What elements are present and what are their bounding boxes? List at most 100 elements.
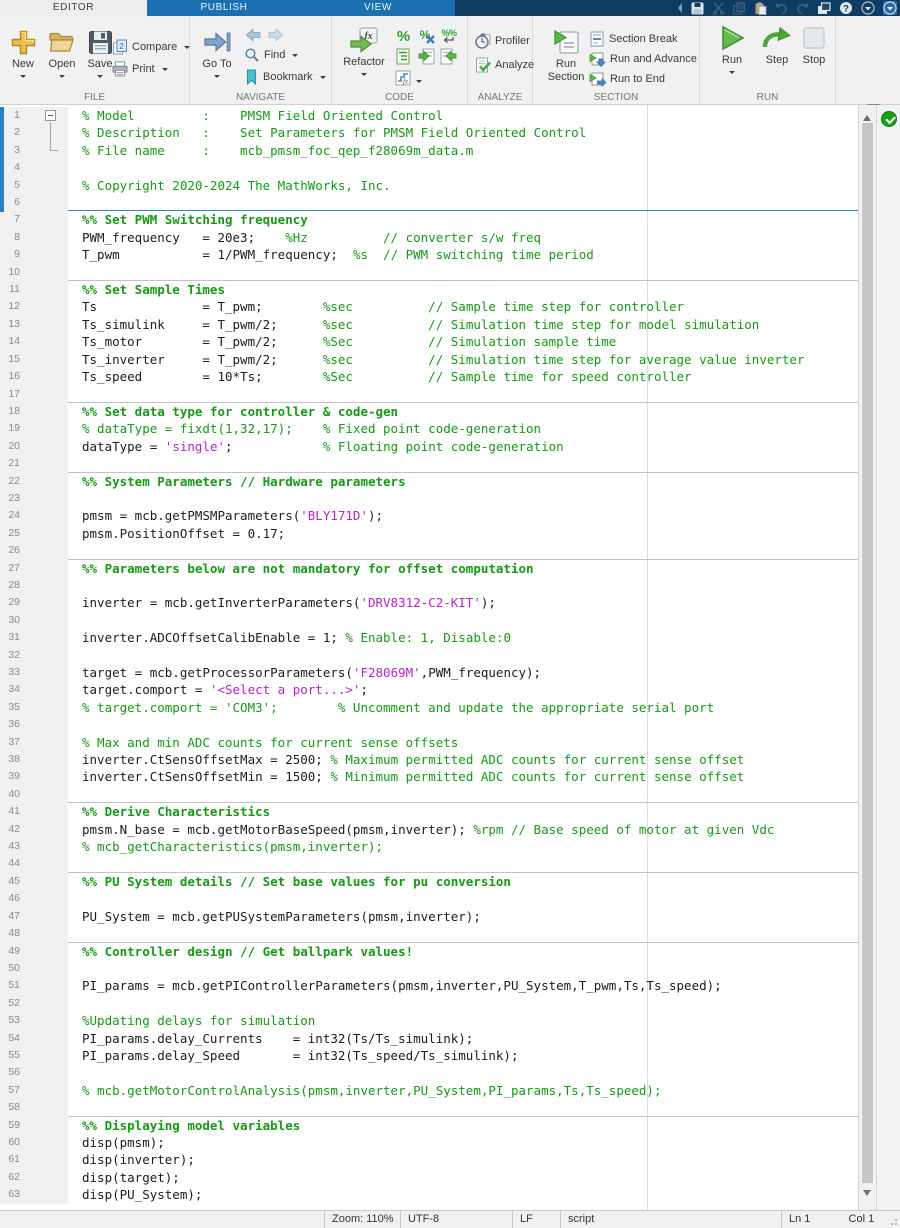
code-line-15[interactable]: 15 Ts_inverter = T_pwm/2; %sec // Simulat… — [0, 350, 858, 369]
code-line-7[interactable]: 7 %% Set PWM Switching frequency — [0, 210, 858, 229]
code-line-57[interactable]: 57 % mcb.getMotorControlAnalysis(pmsm,inv… — [0, 1081, 858, 1100]
redo-icon[interactable] — [796, 2, 809, 15]
code-line-56[interactable]: 56 — [0, 1064, 858, 1082]
code-line-51[interactable]: 51 PI_params = mcb.getPIControllerParamet… — [0, 977, 858, 995]
code-line-42[interactable]: 42 pmsm.N_base = mcb.getMotorBaseSpeed(pm… — [0, 820, 858, 839]
code-line-55[interactable]: 55 PI_params.delay_Speed = int32(Ts_speed… — [0, 1046, 858, 1065]
code-line-18[interactable]: 18 %% Set data type for controller & code… — [0, 401, 858, 421]
undo-icon[interactable] — [775, 2, 788, 15]
code-line-59[interactable]: 59 %% Displaying model variables — [0, 1115, 858, 1134]
navigate-back-button[interactable] — [246, 26, 261, 43]
code-line-6[interactable]: 6 — [0, 194, 858, 212]
code-line-46[interactable]: 46 — [0, 890, 858, 908]
comment-button[interactable]: % — [394, 26, 412, 44]
code-line-30[interactable]: 30 — [0, 611, 858, 630]
goto-button[interactable]: Go To — [196, 26, 238, 81]
code-line-5[interactable]: 5 % Copyright 2020-2024 The MathWorks, In… — [0, 176, 858, 195]
code-line-36[interactable]: 36 — [0, 716, 858, 734]
vertical-scrollbar[interactable] — [858, 105, 876, 1210]
smart-indent-button[interactable] — [394, 47, 412, 65]
code-line-28[interactable]: 28 — [0, 576, 858, 595]
run-to-end-button[interactable]: Run to End — [589, 70, 665, 87]
cut-icon[interactable] — [712, 2, 725, 15]
code-line-43[interactable]: 43 % mcb_getCharacteristics(pmsm,inverter… — [0, 838, 858, 856]
code-line-39[interactable]: 39 inverter.CtSensOffsetMin = 1500; % Min… — [0, 768, 858, 786]
code-line-8[interactable]: 8 PWM_frequency = 20e3; %Hz // converter … — [0, 228, 858, 247]
code-line-25[interactable]: 25 pmsm.PositionOffset = 0.17; — [0, 524, 858, 543]
resize-grip[interactable] — [890, 1218, 898, 1226]
code-line-22[interactable]: 22 %% System Parameters // Hardware param… — [0, 471, 858, 490]
code-line-32[interactable]: 32 — [0, 646, 858, 664]
code-trace-button[interactable]: fx — [394, 69, 412, 87]
chevron-down-icon[interactable] — [416, 80, 422, 86]
code-line-4[interactable]: 4 — [0, 159, 858, 177]
help-icon[interactable]: ? — [839, 1, 853, 15]
code-line-1[interactable]: 1 % Model : PMSM Field Oriented Control — [0, 107, 858, 125]
analyze-button[interactable]: Analyze — [475, 56, 534, 73]
status-zoom[interactable]: Zoom: 110% — [324, 1211, 400, 1228]
tab-editor[interactable]: EDITOR — [0, 0, 147, 16]
code-line-61[interactable]: 61 disp(inverter); — [0, 1151, 858, 1169]
code-line-54[interactable]: 54 PI_params.delay_Currents = int32(Ts/Ts… — [0, 1029, 858, 1047]
new-button[interactable]: New — [4, 26, 42, 81]
open-button[interactable]: Open — [42, 26, 82, 81]
code-line-34[interactable]: 34 target.comport = '<Select a port...>'; — [0, 681, 858, 699]
code-line-33[interactable]: 33 target = mcb.getProcessorParameters('F… — [0, 664, 858, 682]
code-line-3[interactable]: 3% File name : mcb_pmsm_foc_qep_f28069m_… — [0, 141, 858, 160]
code-editor[interactable]: 1 % Model : PMSM Field Oriented Control 2%… — [0, 105, 858, 1210]
code-line-29[interactable]: 29 inverter = mcb.getInverterParameters('… — [0, 594, 858, 612]
code-line-44[interactable]: 44 — [0, 855, 858, 873]
decrease-indent-button[interactable] — [439, 47, 457, 65]
code-line-35[interactable]: 35 % target.comport = 'COM3'; % Uncomment… — [0, 698, 858, 717]
code-line-50[interactable]: 50 — [0, 959, 858, 978]
code-line-49[interactable]: 49 %% Controller design // Get ballpark v… — [0, 941, 858, 960]
scroll-down-arrow-icon[interactable] — [863, 1190, 871, 1200]
code-line-40[interactable]: 40 — [0, 785, 858, 804]
dock-window-icon[interactable] — [817, 1, 831, 15]
bookmark-button[interactable]: Bookmark — [244, 68, 326, 85]
run-section-button[interactable]: Run Section — [543, 26, 589, 84]
profiler-button[interactable]: Profiler — [475, 32, 530, 49]
code-line-16[interactable]: 16 Ts_speed = 10*Ts; %Sec // Sample time … — [0, 368, 858, 386]
code-line-14[interactable]: 14 Ts_motor = T_pwm/2; %Sec // Simulation… — [0, 333, 858, 351]
code-line-17[interactable]: 17 — [0, 385, 858, 403]
code-line-48[interactable]: 48 — [0, 925, 858, 943]
code-line-2[interactable]: 2 % Description : Set Parameters for PMSM… — [0, 124, 858, 142]
code-line-47[interactable]: 47 PU_System = mcb.getPUSystemParameters(… — [0, 907, 858, 926]
code-line-38[interactable]: 38 inverter.CtSensOffsetMax = 2500; % Max… — [0, 751, 858, 769]
stop-button[interactable]: Stop — [796, 22, 832, 67]
step-button[interactable]: Step — [756, 22, 798, 67]
analyzer-ok-icon[interactable] — [881, 111, 897, 127]
uncomment-button[interactable]: % — [417, 26, 435, 44]
run-button[interactable]: Run — [712, 22, 752, 77]
qat-dropdown-icon[interactable] — [861, 1, 875, 15]
code-fold-toggle[interactable] — [45, 110, 56, 121]
code-line-62[interactable]: 62 disp(target); — [0, 1168, 858, 1187]
code-line-37[interactable]: 37 % Max and min ADC counts for current s… — [0, 733, 858, 752]
save-icon[interactable] — [691, 2, 704, 15]
code-line-60[interactable]: 60 disp(pmsm); — [0, 1133, 858, 1152]
increase-indent-button[interactable] — [417, 47, 435, 65]
run-and-advance-button[interactable]: Run and Advance — [589, 50, 697, 67]
code-line-63[interactable]: 63 disp(PU_System); — [0, 1186, 858, 1204]
code-line-21[interactable]: 21 — [0, 455, 858, 473]
paste-icon[interactable] — [754, 2, 767, 15]
navigate-forward-button[interactable] — [268, 26, 283, 43]
code-line-23[interactable]: 23 — [0, 489, 858, 508]
code-line-31[interactable]: 31 inverter.ADCOffsetCalibEnable = 1; % E… — [0, 629, 858, 647]
code-line-24[interactable]: 24 pmsm = mcb.getPMSMParameters('BLY171D'… — [0, 507, 858, 525]
toolstrip-menu-icon[interactable] — [883, 1, 897, 15]
code-line-9[interactable]: 9 T_pwm = 1/PWM_frequency; %s // PWM swit… — [0, 246, 858, 264]
code-line-27[interactable]: 27 %% Parameters below are not mandatory … — [0, 558, 858, 577]
code-line-13[interactable]: 13 Ts_simulink = T_pwm/2; %sec // Simulat… — [0, 315, 858, 334]
code-line-45[interactable]: 45 %% PU System details // Set base value… — [0, 871, 858, 891]
scrollbar-thumb[interactable] — [862, 123, 873, 1183]
code-line-11[interactable]: 11 %% Set Sample Times — [0, 280, 858, 299]
code-line-20[interactable]: 20 dataType = 'single'; % Floating point … — [0, 437, 858, 456]
code-line-52[interactable]: 52 — [0, 994, 858, 1013]
tab-publish[interactable]: PUBLISH — [147, 0, 301, 16]
code-line-19[interactable]: 19 % dataType = fixdt(1,32,17); % Fixed p… — [0, 420, 858, 438]
scroll-up-arrow-icon[interactable] — [863, 111, 871, 121]
refactor-button[interactable]: fx Refactor — [338, 24, 390, 79]
copy-icon[interactable] — [733, 1, 746, 15]
